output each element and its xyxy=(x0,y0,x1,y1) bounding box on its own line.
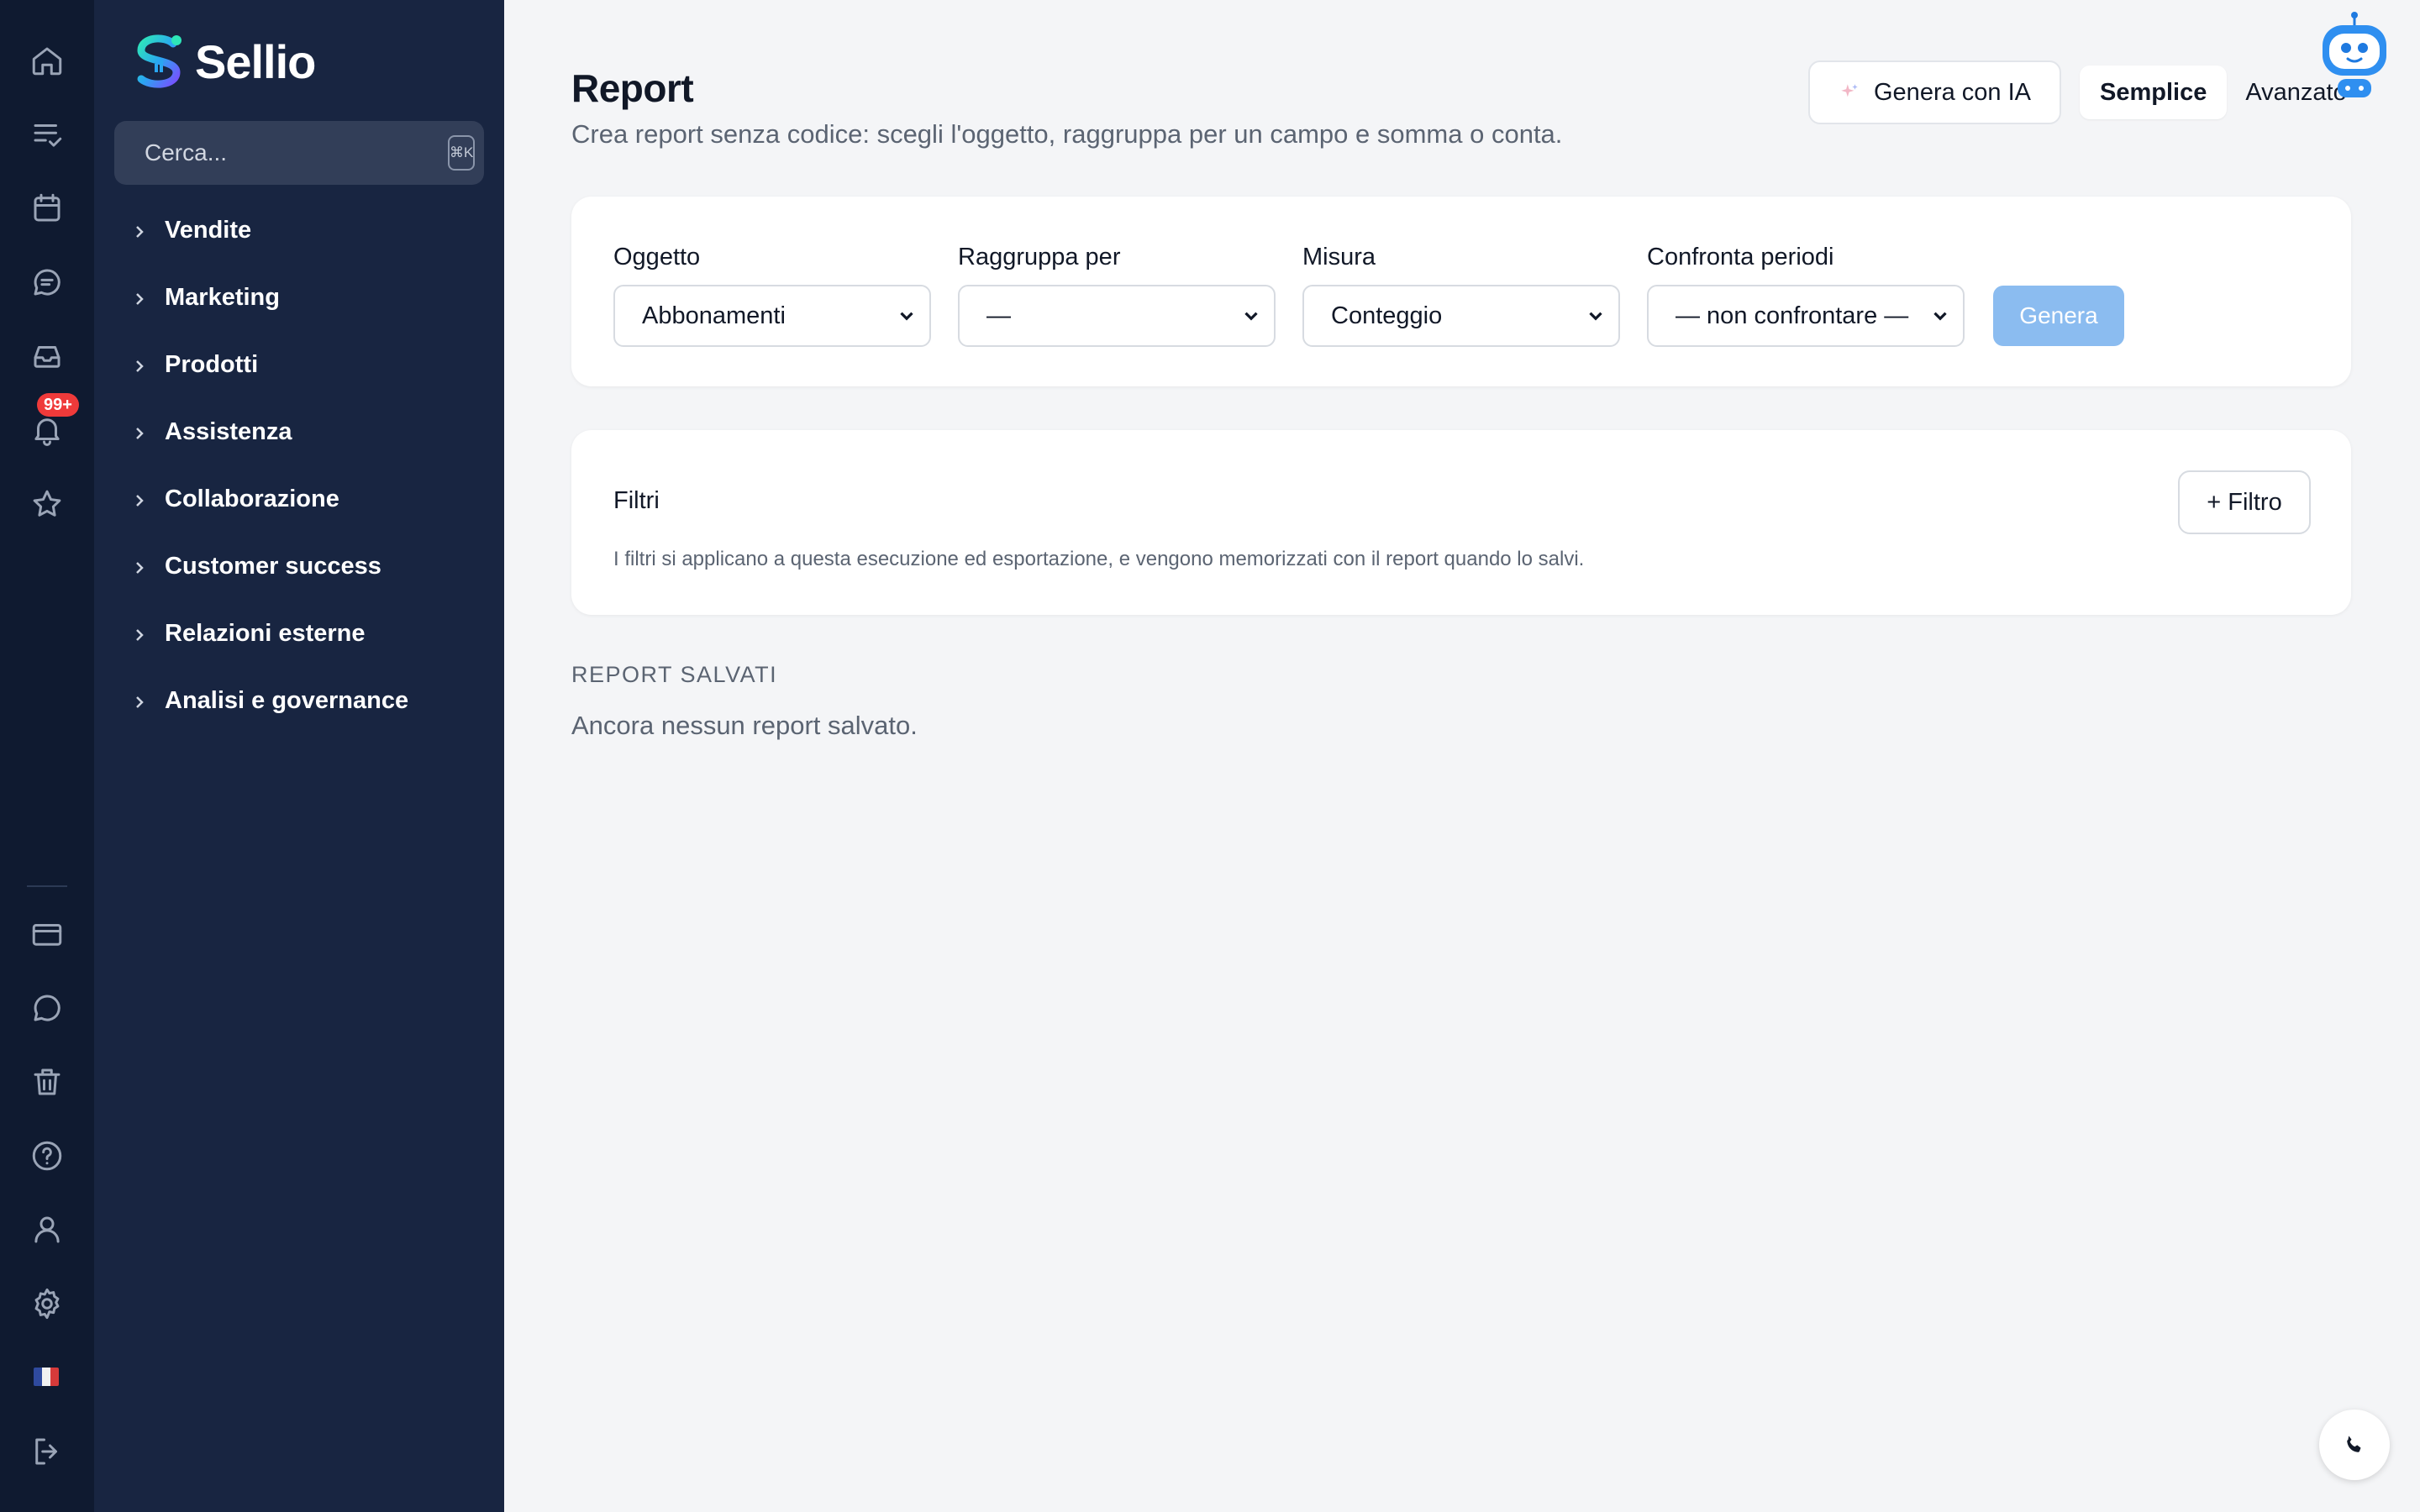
calendar-icon[interactable] xyxy=(25,186,69,230)
chevron-right-icon xyxy=(129,288,150,308)
chevron-right-icon xyxy=(129,221,150,241)
sidebar-item-customer-success[interactable]: Customer success xyxy=(129,553,381,580)
mode-simple-button[interactable]: Semplice xyxy=(2080,66,2228,119)
compare-select[interactable]: — non confrontare — xyxy=(1647,285,1965,347)
group-by-field: Raggruppa per — xyxy=(958,244,1276,347)
search-input[interactable] xyxy=(145,139,448,166)
page-title: Report xyxy=(571,66,694,110)
object-field: Oggetto Abbonamenti xyxy=(613,244,931,347)
inbox-icon[interactable] xyxy=(25,334,69,378)
chevron-right-icon xyxy=(129,490,150,510)
filters-note: I filtri si applicano a questa esecuzion… xyxy=(613,548,1585,570)
sidebar-item-label: Collaborazione xyxy=(165,486,339,512)
flag-icon[interactable] xyxy=(34,1368,59,1386)
compare-field: Confronta periodi — non confrontare — xyxy=(1647,244,1965,347)
add-filter-button[interactable]: + Filtro xyxy=(2178,470,2311,534)
sidebar-item-label: Marketing xyxy=(165,284,280,311)
chevron-down-icon xyxy=(1244,312,1258,321)
group-by-value: — xyxy=(986,302,1011,329)
main-content: Report Crea report senza codice: scegli … xyxy=(504,0,2420,1512)
search-box[interactable]: ⌘K xyxy=(114,121,484,185)
top-actions: Genera con IA Semplice Avanzato xyxy=(1808,60,2347,124)
chevron-right-icon xyxy=(129,624,150,644)
object-select[interactable]: Abbonamenti xyxy=(613,285,931,347)
sidebar-item-analisi-governance[interactable]: Analisi e governance xyxy=(129,687,408,715)
phone-icon xyxy=(2347,1436,2361,1452)
measure-label: Misura xyxy=(1302,244,1376,270)
measure-field: Misura Conteggio xyxy=(1302,244,1620,347)
measure-select[interactable]: Conteggio xyxy=(1302,285,1620,347)
compare-value: — non confrontare — xyxy=(1676,302,1909,329)
logout-icon[interactable] xyxy=(25,1430,69,1473)
group-by-label: Raggruppa per xyxy=(958,244,1121,270)
chat-icon[interactable] xyxy=(25,260,69,304)
sidebar-item-relazioni-esterne[interactable]: Relazioni esterne xyxy=(129,620,366,648)
phone-button[interactable] xyxy=(2319,1410,2390,1480)
sidebar-item-label: Customer success xyxy=(165,553,381,580)
generate-button[interactable]: Genera xyxy=(1993,286,2124,346)
chevron-down-icon xyxy=(1933,312,1947,321)
compare-label: Confronta periodi xyxy=(1647,244,1834,270)
chevron-down-icon xyxy=(900,312,913,321)
filters-card: Filtri + Filtro I filtri si applicano a … xyxy=(571,430,2351,615)
tasks-icon[interactable] xyxy=(25,113,69,156)
sidebar-item-prodotti[interactable]: Prodotti xyxy=(129,351,258,379)
sidebar-item-marketing[interactable]: Marketing xyxy=(129,284,280,312)
object-value: Abbonamenti xyxy=(642,302,786,329)
help-icon[interactable] xyxy=(25,1134,69,1178)
filters-title: Filtri xyxy=(613,487,660,514)
sidebar-item-label: Analisi e governance xyxy=(165,687,409,714)
chevron-right-icon xyxy=(129,557,150,577)
sidebar-item-label: Relazioni esterne xyxy=(165,620,366,647)
logo[interactable]: Sellio xyxy=(131,32,316,91)
search-shortcut: ⌘K xyxy=(448,135,476,171)
saved-reports-empty: Ancora nessun report salvato. xyxy=(571,711,918,740)
home-icon[interactable] xyxy=(25,39,69,82)
sidebar-item-collaborazione[interactable]: Collaborazione xyxy=(129,486,339,513)
star-icon[interactable] xyxy=(25,482,69,526)
sparkle-icon xyxy=(1841,84,1858,97)
sidebar: Sellio ⌘K Vendite Marketing Prodotti Ass… xyxy=(94,0,504,1512)
logo-text: Sellio xyxy=(195,34,316,88)
saved-reports-title: REPORT SALVATI xyxy=(571,662,778,687)
chevron-down-icon xyxy=(1589,312,1602,321)
rail-divider xyxy=(27,885,67,887)
page-subtitle: Crea report senza codice: scegli l'ogget… xyxy=(571,119,1563,149)
measure-value: Conteggio xyxy=(1331,302,1443,329)
sidebar-item-label: Assistenza xyxy=(165,418,292,445)
sidebar-item-assistenza[interactable]: Assistenza xyxy=(129,418,292,446)
generate-ai-label: Genera con IA xyxy=(1874,78,2031,106)
object-label: Oggetto xyxy=(613,244,701,270)
logo-icon xyxy=(137,34,182,88)
message-icon[interactable] xyxy=(25,986,69,1030)
chevron-right-icon xyxy=(129,355,150,375)
trash-icon[interactable] xyxy=(25,1060,69,1104)
icon-rail: 99+ xyxy=(0,0,94,1512)
sidebar-item-vendite[interactable]: Vendite xyxy=(129,217,251,244)
generate-ai-button[interactable]: Genera con IA xyxy=(1808,60,2061,124)
chevron-right-icon xyxy=(129,691,150,711)
user-icon[interactable] xyxy=(25,1208,69,1252)
sidebar-item-label: Prodotti xyxy=(165,351,259,378)
group-by-select[interactable]: — xyxy=(958,285,1276,347)
report-builder-card: Oggetto Abbonamenti Raggruppa per — Misu… xyxy=(571,197,2351,386)
robot-assistant-icon[interactable] xyxy=(2319,10,2390,99)
sidebar-item-label: Vendite xyxy=(165,217,252,244)
chevron-right-icon xyxy=(129,423,150,443)
notification-badge: 99+ xyxy=(37,393,79,417)
gear-icon[interactable] xyxy=(25,1282,69,1326)
card-icon[interactable] xyxy=(25,912,69,956)
